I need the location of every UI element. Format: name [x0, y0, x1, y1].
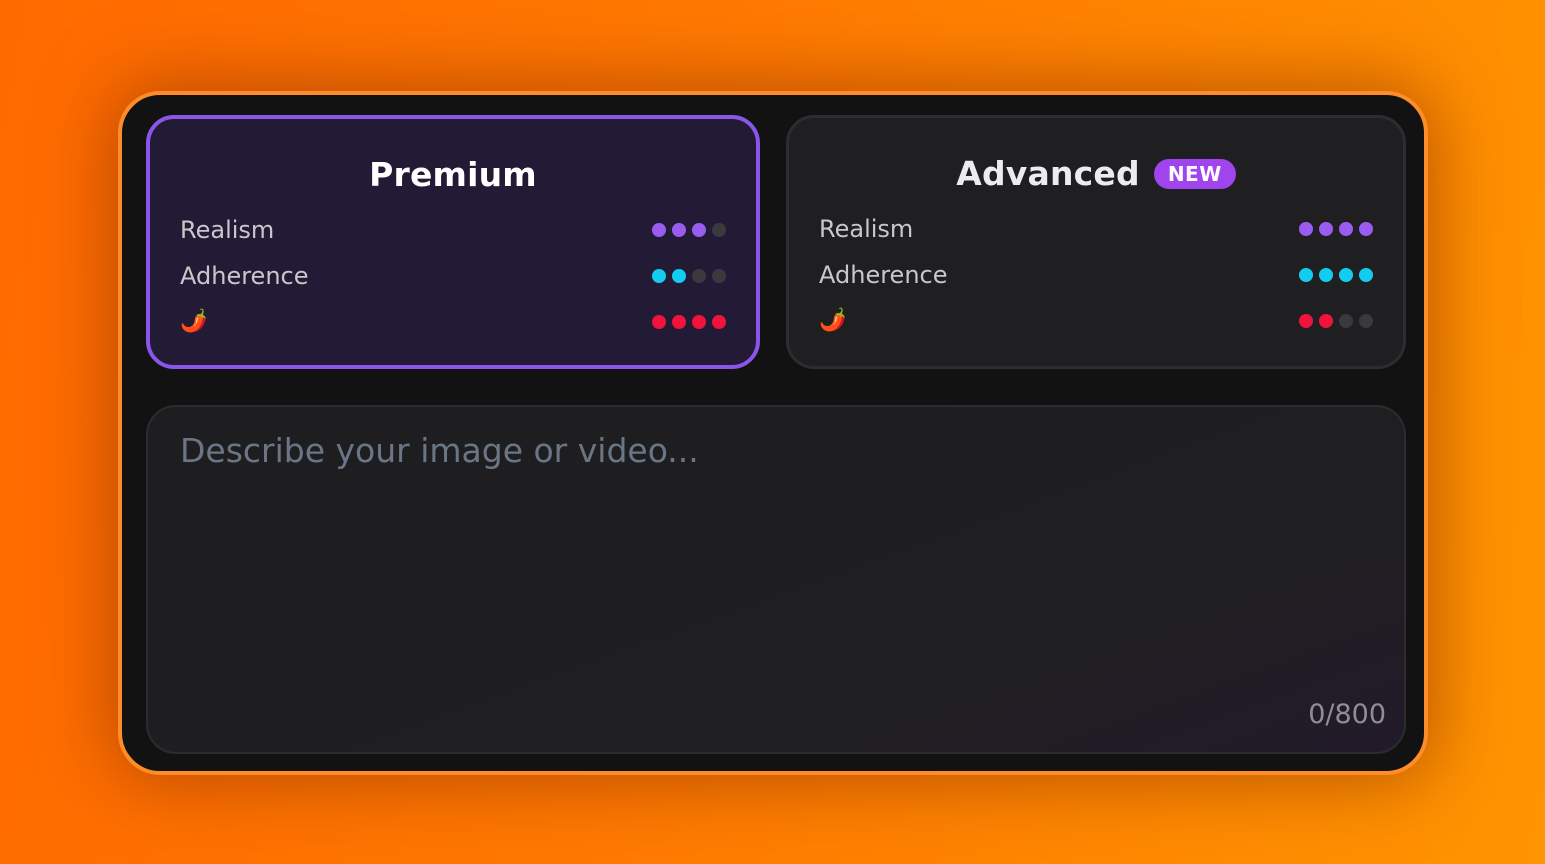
rating-dot-filled — [1319, 268, 1333, 282]
model-selector: Premium Realism Adherence 🌶️ Advanced NE… — [146, 115, 1406, 373]
rating-dot-filled — [1319, 314, 1333, 328]
rating-row-realism: Realism — [819, 214, 1373, 244]
rating-dots — [652, 315, 726, 329]
rating-dot-filled — [1319, 222, 1333, 236]
rating-dot-filled — [652, 223, 666, 237]
rating-dot-filled — [652, 315, 666, 329]
rating-dot-empty — [692, 269, 706, 283]
rating-label: Realism — [180, 216, 275, 244]
rating-dot-filled — [672, 223, 686, 237]
generator-panel: Premium Realism Adherence 🌶️ Advanced NE… — [118, 91, 1428, 775]
rating-label: Realism — [819, 215, 914, 243]
model-name: Advanced — [956, 154, 1140, 193]
rating-dots — [1299, 314, 1373, 328]
rating-label: Adherence — [180, 262, 309, 290]
rating-dots — [1299, 268, 1373, 282]
model-name: Premium — [369, 155, 537, 194]
rating-dot-filled — [712, 315, 726, 329]
card-header: Premium — [150, 155, 756, 194]
rating-row-realism: Realism — [180, 215, 726, 245]
chili-pepper-icon: 🌶️ — [180, 309, 208, 334]
prompt-input[interactable] — [178, 429, 1372, 693]
rating-dot-filled — [1339, 268, 1353, 282]
rating-dots — [652, 269, 726, 283]
rating-row-adherence: Adherence — [180, 261, 726, 291]
rating-label: Adherence — [819, 261, 948, 289]
character-counter: 0/800 — [1308, 699, 1386, 730]
rating-dots — [1299, 222, 1373, 236]
rating-dots — [652, 223, 726, 237]
rating-dot-filled — [652, 269, 666, 283]
rating-row-spice: 🌶️ — [819, 306, 1373, 336]
prompt-box: 0/800 — [146, 405, 1406, 754]
rating-dot-filled — [692, 223, 706, 237]
rating-row-adherence: Adherence — [819, 260, 1373, 290]
rating-dot-filled — [1299, 314, 1313, 328]
rating-dot-empty — [712, 269, 726, 283]
rating-dot-filled — [672, 315, 686, 329]
rating-dot-empty — [1339, 314, 1353, 328]
chili-pepper-icon: 🌶️ — [819, 308, 847, 333]
rating-dot-empty — [1359, 314, 1373, 328]
model-card-premium[interactable]: Premium Realism Adherence 🌶️ — [146, 115, 760, 369]
rating-dot-filled — [1299, 268, 1313, 282]
new-badge: NEW — [1153, 158, 1236, 189]
rating-row-spice: 🌶️ — [180, 307, 726, 337]
rating-dot-filled — [692, 315, 706, 329]
rating-dot-filled — [1359, 268, 1373, 282]
rating-dot-filled — [672, 269, 686, 283]
rating-dot-filled — [1339, 222, 1353, 236]
rating-dot-empty — [712, 223, 726, 237]
rating-dot-filled — [1299, 222, 1313, 236]
rating-dot-filled — [1359, 222, 1373, 236]
card-header: Advanced NEW — [789, 154, 1403, 193]
model-card-advanced[interactable]: Advanced NEW Realism Adherence 🌶️ — [786, 115, 1406, 369]
